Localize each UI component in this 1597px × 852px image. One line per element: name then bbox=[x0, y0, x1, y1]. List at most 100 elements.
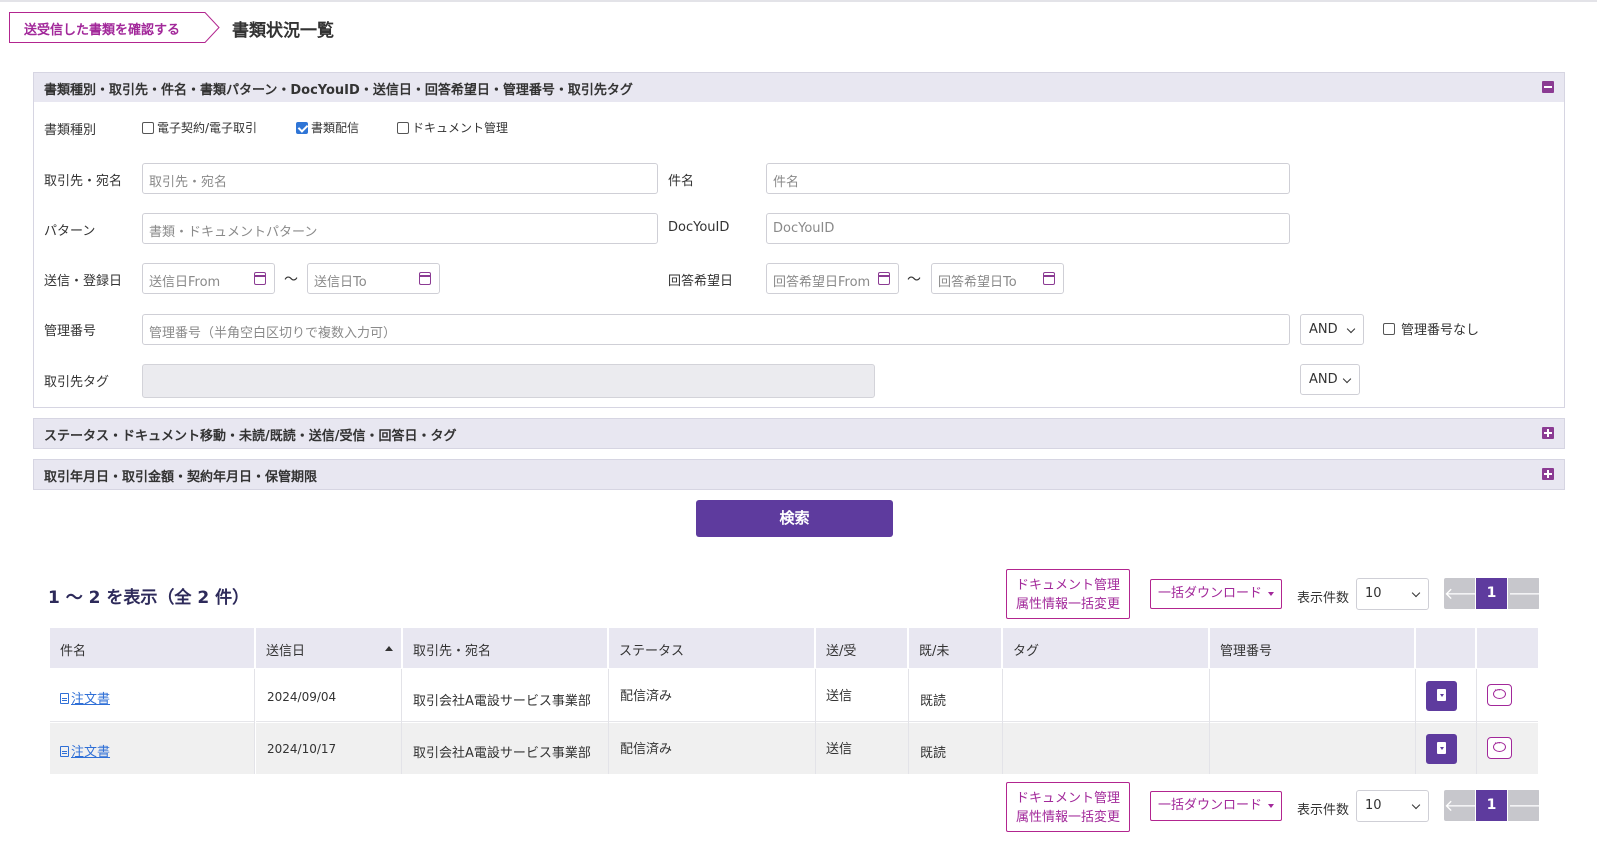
panel-basic-header[interactable]: 書類種別・取引先・件名・書類パターン・DocYouID・送信日・回答希望日・管理… bbox=[33, 72, 1565, 103]
column-divider bbox=[1476, 669, 1477, 774]
column-header-mgmt[interactable]: 管理番号 bbox=[1210, 628, 1414, 668]
doc-type-checkbox-delivery[interactable]: 書類配信 bbox=[296, 119, 359, 136]
row1-subject-link[interactable]: 注文書 bbox=[60, 688, 110, 707]
calendar-icon[interactable] bbox=[878, 272, 890, 285]
panel-trade-header[interactable]: 取引年月日・取引金額・契約年月日・保管期限 bbox=[33, 459, 1565, 490]
next-page-arrow-icon[interactable]: 🡒 bbox=[1508, 578, 1540, 609]
prev-page-arrow-icon[interactable]: 🡐 bbox=[1444, 578, 1487, 609]
row2-subject[interactable]: 注文書 bbox=[71, 745, 110, 760]
no-mgmt-number-checkbox[interactable]: 管理番号なし bbox=[1383, 319, 1479, 338]
column-divider bbox=[1209, 669, 1210, 774]
partner-input[interactable]: 取引先・宛名 bbox=[142, 163, 658, 194]
range-separator: ～ bbox=[907, 272, 921, 288]
bulk-attr-line2: 属性情報一括変更 bbox=[1015, 597, 1120, 612]
page-size-value: 10 bbox=[1365, 586, 1382, 601]
calendar-icon[interactable] bbox=[1043, 272, 1055, 285]
partner-tag-label: 取引先タグ bbox=[44, 375, 110, 390]
page-size-value: 10 bbox=[1365, 798, 1382, 813]
reply-date-to-input[interactable]: 回答希望日To bbox=[931, 263, 1064, 294]
doc-type-document-label: ドキュメント管理 bbox=[412, 121, 509, 135]
checkbox-icon[interactable] bbox=[1383, 322, 1395, 335]
column-header-subject[interactable]: 件名 bbox=[50, 628, 254, 668]
pdf-download-icon[interactable] bbox=[1426, 681, 1457, 711]
row2-read: 既読 bbox=[920, 746, 947, 761]
row1-direction: 送信 bbox=[826, 689, 853, 704]
subject-label: 件名 bbox=[668, 174, 695, 189]
pdf-download-icon[interactable] bbox=[1426, 734, 1457, 764]
column-divider bbox=[1002, 669, 1003, 774]
row1-read: 既読 bbox=[920, 694, 947, 709]
row1-status: 配信済み bbox=[620, 689, 673, 704]
document-icon bbox=[60, 693, 69, 704]
docyouid-input[interactable]: DocYouID bbox=[766, 213, 1290, 244]
no-mgmt-number-label: 管理番号なし bbox=[1401, 323, 1480, 338]
mgmt-number-input[interactable]: 管理番号（半角空白区切りで複数入力可） bbox=[142, 314, 1290, 345]
calendar-icon[interactable] bbox=[419, 272, 431, 285]
bulk-download-button-bottom[interactable]: 一括ダウンロード bbox=[1150, 791, 1282, 821]
column-header-tag[interactable]: タグ bbox=[1003, 628, 1208, 668]
mgmt-operator-select[interactable]: AND bbox=[1300, 314, 1364, 345]
bulk-attribute-change-button-bottom[interactable]: ドキュメント管理 属性情報一括変更 bbox=[1006, 782, 1130, 832]
column-header-date[interactable]: 送信日 bbox=[256, 628, 401, 668]
chevron-down-icon bbox=[1411, 800, 1421, 810]
column-header-comment bbox=[1477, 628, 1538, 668]
caret-down-icon bbox=[1268, 803, 1274, 808]
column-header-direction[interactable]: 送/受 bbox=[816, 628, 907, 668]
column-header-read[interactable]: 既/未 bbox=[909, 628, 1001, 668]
collapse-icon[interactable] bbox=[1542, 81, 1554, 93]
panel-trade-title: 取引年月日・取引金額・契約年月日・保管期限 bbox=[44, 470, 318, 485]
column-header-pdf bbox=[1416, 628, 1475, 668]
bulk-download-button[interactable]: 一括ダウンロード bbox=[1150, 579, 1282, 609]
sent-date-from-input[interactable]: 送信日From bbox=[142, 263, 275, 294]
sort-ascending-icon bbox=[385, 646, 393, 651]
checkbox-checked-icon[interactable] bbox=[296, 121, 308, 134]
doc-type-contract-label: 電子契約/電子取引 bbox=[157, 121, 258, 135]
partner-tag-input[interactable] bbox=[142, 364, 875, 398]
breadcrumb-back-link[interactable]: 送受信した書類を確認する bbox=[9, 12, 220, 43]
column-divider bbox=[608, 669, 609, 774]
current-page[interactable]: 1 bbox=[1476, 578, 1507, 609]
next-page-arrow-icon[interactable]: 🡒 bbox=[1508, 790, 1540, 821]
top-border bbox=[0, 0, 1597, 2]
search-button[interactable]: 検索 bbox=[696, 500, 893, 537]
row2-direction: 送信 bbox=[826, 742, 853, 757]
mgmt-number-label: 管理番号 bbox=[44, 324, 97, 339]
bulk-attr-line2: 属性情報一括変更 bbox=[1015, 810, 1120, 825]
comment-icon[interactable] bbox=[1487, 737, 1512, 759]
checkbox-icon[interactable] bbox=[142, 121, 154, 134]
doc-type-checkbox-contract[interactable]: 電子契約/電子取引 bbox=[142, 119, 257, 136]
comment-icon[interactable] bbox=[1487, 684, 1512, 706]
current-page[interactable]: 1 bbox=[1476, 790, 1507, 821]
column-header-partner[interactable]: 取引先・宛名 bbox=[403, 628, 607, 668]
expand-icon[interactable] bbox=[1542, 427, 1554, 439]
page-size-select-bottom[interactable]: 10 bbox=[1356, 790, 1429, 822]
pattern-input[interactable]: 書類・ドキュメントパターン bbox=[142, 213, 658, 244]
calendar-icon[interactable] bbox=[254, 272, 266, 285]
expand-icon[interactable] bbox=[1542, 468, 1554, 480]
doc-type-checkbox-document[interactable]: ドキュメント管理 bbox=[397, 119, 508, 136]
column-divider bbox=[1415, 669, 1416, 774]
subject-input[interactable]: 件名 bbox=[766, 163, 1290, 194]
page-size-select[interactable]: 10 bbox=[1356, 578, 1429, 610]
sent-date-from-placeholder: 送信日From bbox=[149, 275, 221, 290]
reply-date-from-input[interactable]: 回答希望日From bbox=[766, 263, 899, 294]
prev-page-arrow-icon[interactable]: 🡐 bbox=[1444, 790, 1487, 821]
row1-subject[interactable]: 注文書 bbox=[71, 692, 110, 707]
panel-status-header[interactable]: ステータス・ドキュメント移動・未読/既読・送信/受信・回答日・タグ bbox=[33, 418, 1565, 449]
row2-subject-link[interactable]: 注文書 bbox=[60, 741, 110, 760]
bulk-attribute-change-button[interactable]: ドキュメント管理 属性情報一括変更 bbox=[1006, 569, 1130, 619]
sent-date-to-placeholder: 送信日To bbox=[314, 275, 367, 290]
sent-date-to-input[interactable]: 送信日To bbox=[307, 263, 440, 294]
range-separator: ～ bbox=[284, 272, 298, 288]
row2-date: 2024/10/17 bbox=[267, 742, 337, 756]
chevron-down-icon bbox=[1411, 588, 1421, 598]
row2-partner: 取引会社A電設サービス事業部 bbox=[413, 746, 591, 761]
chevron-down-icon bbox=[1346, 324, 1356, 334]
pagination: 🡐 1 🡒 bbox=[1444, 578, 1540, 609]
panel-basic-body bbox=[33, 102, 1565, 408]
tag-operator-select[interactable]: AND bbox=[1300, 364, 1360, 395]
row1-partner: 取引会社A電設サービス事業部 bbox=[413, 694, 591, 709]
checkbox-icon[interactable] bbox=[397, 121, 409, 134]
docyouid-label: DocYouID bbox=[668, 220, 730, 235]
column-header-status[interactable]: ステータス bbox=[609, 628, 814, 668]
